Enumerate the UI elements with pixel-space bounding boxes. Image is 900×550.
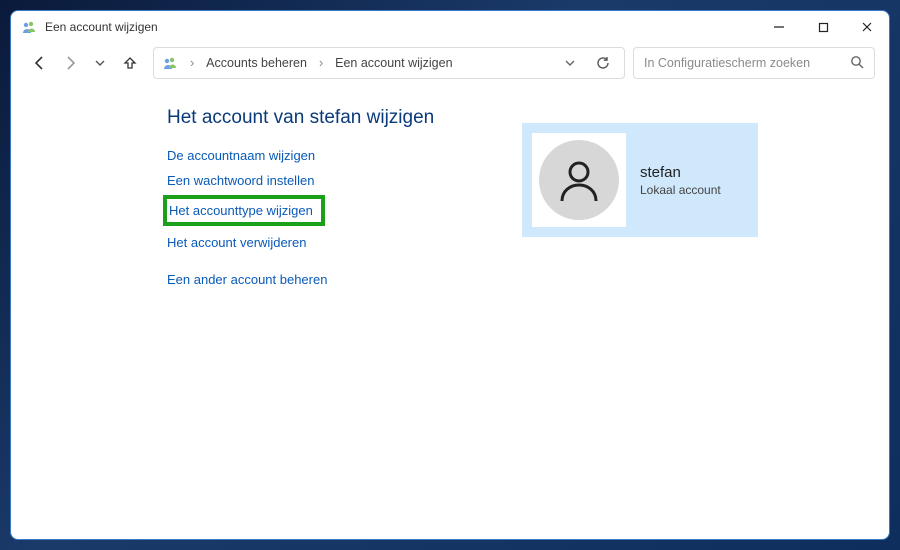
right-column: stefan Lokaal account [522, 103, 863, 523]
breadcrumb-item-change-account[interactable]: Een account wijzigen [335, 56, 452, 70]
link-change-name[interactable]: De accountnaam wijzigen [167, 143, 522, 168]
highlighted-selection: Het accounttype wijzigen [163, 195, 325, 226]
window-title: Een account wijzigen [45, 20, 158, 34]
maximize-button[interactable] [801, 11, 845, 43]
chevron-right-icon: › [315, 56, 327, 70]
close-button[interactable] [845, 11, 889, 43]
search-input[interactable] [644, 56, 850, 70]
search-box[interactable] [633, 47, 875, 79]
nav-toolbar: › Accounts beheren › Een account wijzige… [11, 43, 889, 83]
content-area: Het account van stefan wijzigen De accou… [11, 83, 889, 539]
titlebar: Een account wijzigen [11, 11, 889, 43]
avatar-icon [539, 140, 619, 220]
account-card[interactable]: stefan Lokaal account [522, 123, 758, 237]
refresh-button[interactable] [590, 56, 616, 70]
address-icon [162, 55, 178, 71]
window-controls [757, 11, 889, 43]
link-set-password[interactable]: Een wachtwoord instellen [167, 168, 522, 193]
window: Een account wijzigen › Accounts beheren … [10, 10, 890, 540]
link-manage-other[interactable]: Een ander account beheren [167, 267, 522, 292]
search-icon[interactable] [850, 55, 864, 72]
account-type: Lokaal account [640, 183, 721, 197]
left-column: Het account van stefan wijzigen De accou… [167, 103, 522, 523]
recent-dropdown[interactable] [85, 48, 115, 78]
up-button[interactable] [115, 48, 145, 78]
page-title: Het account van stefan wijzigen [167, 107, 522, 129]
link-delete-account[interactable]: Het account verwijderen [167, 230, 522, 255]
forward-button[interactable] [55, 48, 85, 78]
account-actions: De accountnaam wijzigen Een wachtwoord i… [167, 143, 522, 292]
minimize-button[interactable] [757, 11, 801, 43]
link-change-type[interactable]: Het accounttype wijzigen [169, 201, 313, 220]
address-dropdown[interactable] [558, 57, 582, 69]
account-info: stefan Lokaal account [626, 164, 721, 197]
address-bar[interactable]: › Accounts beheren › Een account wijzige… [153, 47, 625, 79]
breadcrumb-item-accounts[interactable]: Accounts beheren [206, 56, 307, 70]
app-icon [21, 19, 37, 35]
chevron-right-icon: › [186, 56, 198, 70]
account-name: stefan [640, 164, 721, 181]
back-button[interactable] [25, 48, 55, 78]
avatar-wrap [532, 133, 626, 227]
